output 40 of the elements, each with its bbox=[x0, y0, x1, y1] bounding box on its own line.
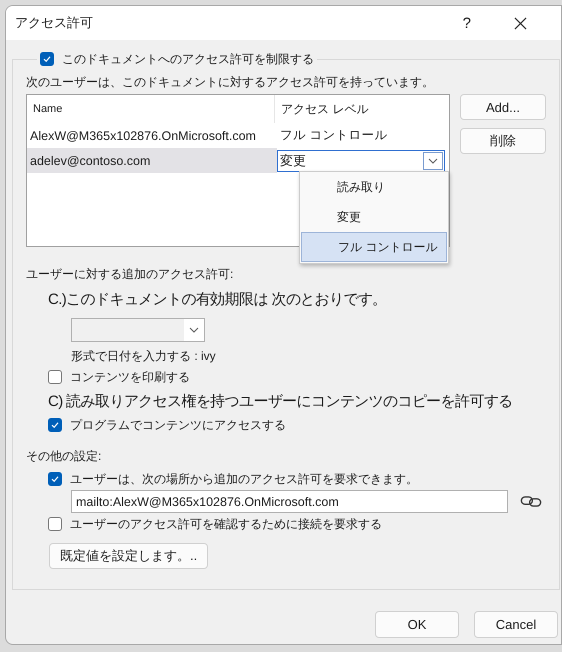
column-header[interactable]: Name bbox=[27, 95, 275, 123]
checkbox[interactable] bbox=[48, 418, 62, 432]
expiry-label: C.)このドキュメントの有効期限は 次のとおりです。 bbox=[48, 290, 388, 310]
checkbox-label: ユーザーは、次の場所から追加のアクセス許可を要求できます。 bbox=[70, 470, 418, 488]
date-format-hint: 形式で日付を入力する : ivy bbox=[71, 348, 217, 365]
close-icon[interactable] bbox=[514, 16, 527, 30]
button[interactable]: Cancel bbox=[474, 611, 558, 638]
user-name: adelev@contoso.com bbox=[29, 154, 152, 168]
help-button[interactable]: ? bbox=[462, 14, 471, 32]
menu-item[interactable]: 変更 bbox=[301, 202, 447, 232]
link-icon[interactable] bbox=[520, 495, 542, 508]
checkmark-icon bbox=[42, 54, 52, 64]
chevron-icon bbox=[189, 327, 199, 333]
access-level-dropdown[interactable]: 変更 bbox=[277, 150, 445, 172]
users-caption: 次のユーザーは、このドキュメントに対するアクセス許可を持っています。 bbox=[26, 74, 435, 91]
chevron-icon bbox=[428, 158, 438, 164]
checkbox[interactable] bbox=[40, 52, 54, 66]
access-level: フル コントロール bbox=[279, 127, 388, 144]
address-field[interactable]: mailto:AlexW@M365x102876.OnMicrosoft.com bbox=[71, 490, 508, 513]
window-title: アクセス許可 bbox=[15, 14, 94, 32]
checkbox[interactable] bbox=[48, 472, 62, 486]
button[interactable]: Add... bbox=[460, 94, 546, 120]
set-defaults-button[interactable]: 既定値を設定します。.. bbox=[49, 543, 208, 569]
menu-item[interactable]: フル コントロール bbox=[301, 232, 447, 262]
checkbox-label: ユーザーのアクセス許可を確認するために接続を要求する bbox=[70, 516, 382, 532]
checkmark-icon bbox=[50, 420, 60, 430]
checkbox[interactable] bbox=[48, 517, 62, 531]
checkbox-label: コンテンツを印刷する bbox=[70, 368, 190, 386]
section-heading: その他の設定: bbox=[26, 448, 102, 465]
section-heading: ユーザーに対する追加のアクセス許可: bbox=[26, 266, 234, 283]
button[interactable]: OK bbox=[375, 611, 459, 638]
button[interactable]: 削除 bbox=[460, 128, 546, 154]
menu-item[interactable]: 読み取り bbox=[301, 172, 447, 202]
checkbox[interactable] bbox=[48, 370, 62, 384]
checkbox-label: プログラムでコンテンツにアクセスする bbox=[70, 416, 286, 434]
column-header[interactable]: アクセス レベル bbox=[275, 95, 368, 123]
copy-label: C) 読み取りアクセス権を持つユーザーにコンテンツのコピーを許可する bbox=[48, 392, 514, 412]
user-name: AlexW@M365x102876.OnMicrosoft.com bbox=[29, 128, 257, 142]
checkmark-icon bbox=[50, 474, 60, 484]
checkbox-label: このドキュメントへのアクセス許可を制限する bbox=[62, 50, 314, 68]
